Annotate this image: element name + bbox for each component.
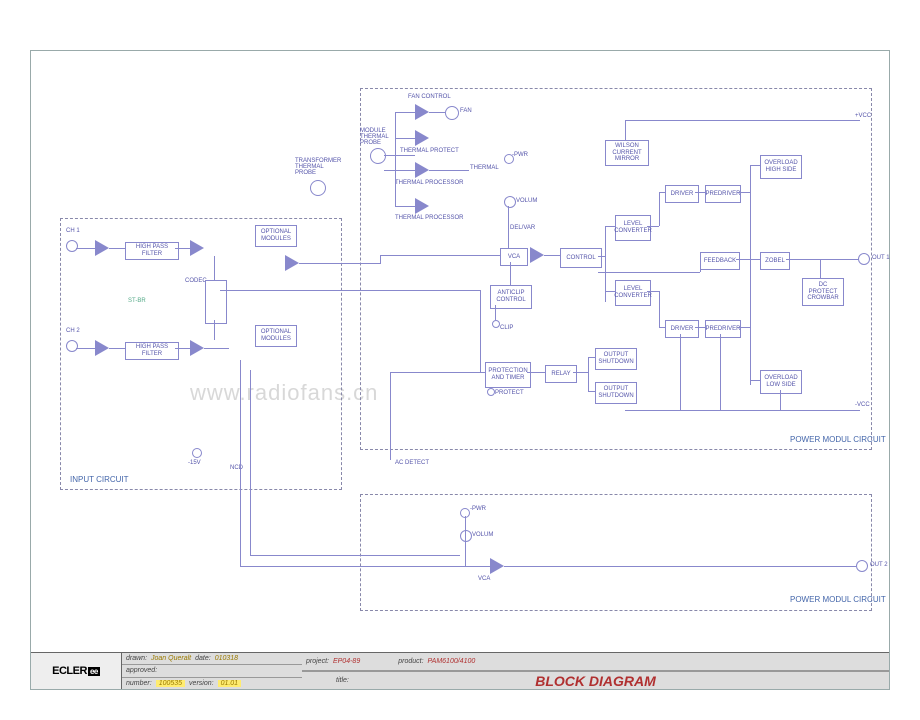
therm-proc1-label: THERMAL PROCESSOR: [395, 180, 463, 186]
mode-label: ST-BR: [128, 298, 146, 304]
protect-label: PROTECT: [495, 390, 524, 396]
volum2-label: VOLUM: [472, 532, 493, 538]
title-block: ECLERee drawn: Joan Queralt date: 010318…: [31, 652, 889, 689]
control-box: CONTROL: [560, 248, 602, 268]
xfmr-probe-icon: [310, 180, 326, 196]
ch1-connector: [66, 240, 78, 252]
ch1-label: CH 1: [66, 228, 80, 234]
amp-ch1: [190, 240, 204, 256]
predriv1-box: PREDRIVER: [705, 185, 741, 203]
out1-conn: [858, 253, 870, 265]
amp-ch2: [190, 340, 204, 356]
vca-amp: [530, 247, 544, 263]
out2-label: OUT 2: [870, 562, 888, 568]
therm-proc1-amp: [415, 162, 429, 178]
dc-protect-box: DC PROTECT CROWBAR: [802, 278, 844, 306]
minus-vcc-label: -VCC: [855, 402, 870, 408]
relay-box: RELAY: [545, 365, 577, 383]
number-key: number:: [126, 680, 152, 687]
predriv2-box: PREDRIVER: [705, 320, 741, 338]
volum-pot: [504, 196, 516, 208]
ncd-label: NCD: [230, 465, 243, 471]
version-key: version:: [189, 680, 214, 687]
out-shut1-box: OUTPUT SHUTDOWN: [595, 348, 637, 370]
date-val: 010318: [215, 655, 238, 662]
driver2-box: DRIVER: [665, 320, 699, 338]
codec-label: CODEC: [185, 278, 207, 284]
op-amp-ch2: [95, 340, 109, 356]
brand-logo: ECLERee: [31, 653, 122, 689]
anticlip-box: ANTICLIP CONTROL: [490, 285, 532, 309]
out-amp-1: [285, 255, 299, 271]
vca-box: VCA: [500, 248, 528, 266]
power-circuit-2-label: POWER MODUL CIRCUIT: [790, 595, 886, 604]
ch2-connector: [66, 340, 78, 352]
volum2-pot: [460, 530, 472, 542]
drawn-val: Joan Queralt: [151, 655, 191, 662]
sum-node: [192, 448, 202, 458]
hpf2-box: HIGH PASS FILTER: [125, 342, 179, 360]
wilson-box: WILSON CURRENT MIRROR: [605, 140, 649, 166]
project-key: project:: [306, 658, 329, 665]
input-circuit-label: INPUT CIRCUIT: [70, 475, 129, 484]
xfmr-probe-label: TRANSFORMER THERMAL PROBE: [295, 158, 335, 176]
clip-led: [492, 320, 500, 328]
out1-label: OUT 1: [872, 255, 890, 261]
mod-probe-label: MODULE THERMAL PROBE: [360, 128, 400, 146]
fan-label: FAN: [460, 108, 472, 114]
product-val: PAM6100/4100: [428, 658, 476, 665]
therm-proc2-label: THERMAL PROCESSOR: [395, 215, 463, 221]
power-circuit-1-label: POWER MODUL CIRCUIT: [790, 435, 886, 444]
drawn-key: drawn:: [126, 655, 147, 662]
protect-led: [487, 388, 495, 396]
approved-key: approved:: [126, 667, 157, 674]
mod-probe-icon: [370, 148, 386, 164]
project-val: EP04-89: [333, 658, 360, 665]
delvar-label: DEL/VAR: [510, 225, 535, 231]
product-key: product:: [398, 658, 423, 665]
lvl-conv1-box: LEVEL CONVERTER: [615, 215, 651, 241]
clip-label: CLIP: [500, 325, 513, 331]
overload-lo-box: OVERLOAD LOW SIDE: [760, 370, 802, 394]
therm-prot-label: THERMAL PROTECT: [400, 148, 459, 154]
power-circuit-2-section: [360, 494, 872, 611]
pwr2-label: -PWR: [470, 506, 486, 512]
opt-mod1-box: OPTIONAL MODULES: [255, 225, 297, 247]
opt-mod2-box: OPTIONAL MODULES: [255, 325, 297, 347]
hpf1-box: HIGH PASS FILTER: [125, 242, 179, 260]
title-key: title:: [336, 677, 349, 684]
codec-box: [205, 280, 227, 324]
plus-vcc-label: +VCC: [855, 113, 871, 119]
therm-proc2-amp: [415, 198, 429, 214]
vca2-label: VCA: [478, 576, 490, 582]
vca2-amp: [490, 558, 504, 574]
version-val: 01.01: [218, 680, 242, 687]
op-amp-ch1: [95, 240, 109, 256]
fan-ctrl-label: FAN CONTROL: [408, 94, 451, 100]
protect-timer-box: PROTECTION AND TIMER: [485, 362, 531, 388]
out-shut2-box: OUTPUT SHUTDOWN: [595, 382, 637, 404]
driver1-box: DRIVER: [665, 185, 699, 203]
fan-icon: [445, 106, 459, 120]
thermal-label: THERMAL: [470, 165, 499, 171]
sum-label: -15V: [188, 460, 201, 466]
therm-prot-amp: [415, 130, 429, 146]
number-val: 100535: [156, 680, 185, 687]
volum-label: VOLUM: [516, 198, 537, 204]
pwr-label: -PWR: [512, 152, 528, 158]
overload-hi-box: OVERLOAD HIGH SIDE: [760, 155, 802, 179]
date-key: date:: [195, 655, 211, 662]
diagram-title: BLOCK DIAGRAM: [535, 673, 656, 689]
fan-amp: [415, 104, 429, 120]
ac-detect-label: AC DETECT: [395, 460, 429, 466]
ch2-label: CH 2: [66, 328, 80, 334]
out2-conn: [856, 560, 868, 572]
feedback-box: FEEDBACK: [700, 252, 740, 270]
zobel-box: ZOBEL: [760, 252, 790, 270]
lvl-conv2-box: LEVEL CONVERTER: [615, 280, 651, 306]
